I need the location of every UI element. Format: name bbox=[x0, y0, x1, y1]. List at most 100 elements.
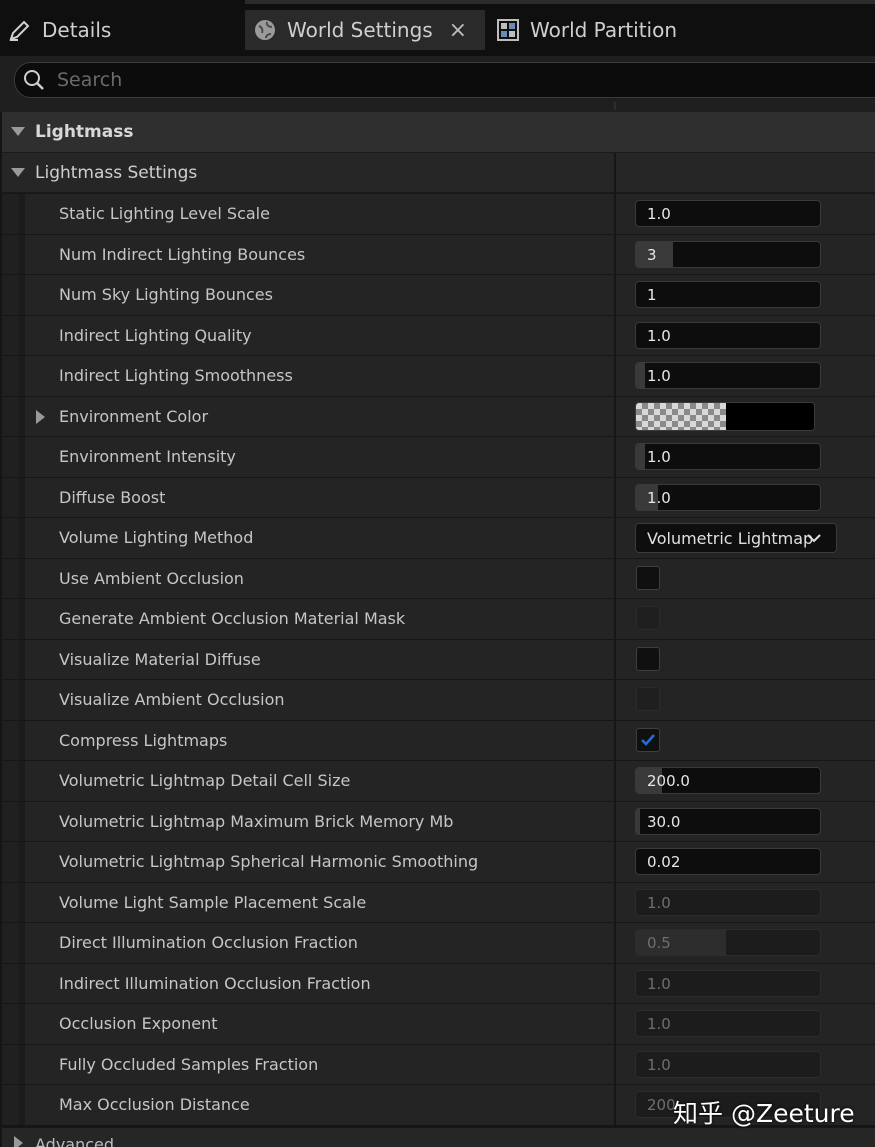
checkbox bbox=[636, 606, 660, 630]
close-icon[interactable]: × bbox=[449, 18, 467, 43]
subcategory-lightmass-settings[interactable]: Lightmass Settings bbox=[2, 153, 875, 193]
column-divider[interactable] bbox=[614, 1004, 616, 1044]
indent-gutter bbox=[2, 923, 19, 963]
column-divider[interactable] bbox=[614, 640, 616, 680]
expand-arrow-icon[interactable] bbox=[36, 410, 45, 424]
collapse-arrow-icon[interactable] bbox=[11, 168, 25, 177]
property-label: Environment Intensity bbox=[59, 447, 236, 466]
subcategory-label: Lightmass Settings bbox=[35, 163, 198, 183]
indent-gutter bbox=[2, 437, 19, 477]
column-divider[interactable] bbox=[614, 235, 616, 275]
numeric-input[interactable]: 1.0 bbox=[635, 484, 821, 511]
numeric-input[interactable]: 1 bbox=[635, 281, 821, 308]
checkbox[interactable] bbox=[636, 647, 660, 671]
indent-gutter bbox=[19, 1085, 25, 1125]
column-divider[interactable] bbox=[614, 842, 616, 882]
indent-gutter bbox=[19, 356, 25, 396]
property-row-direct-illumination-occlusion-fraction: Direct Illumination Occlusion Fraction 0.… bbox=[2, 922, 875, 963]
property-label: Volumetric Lightmap Maximum Brick Memory… bbox=[59, 812, 454, 831]
column-divider[interactable] bbox=[614, 518, 616, 558]
column-divider[interactable] bbox=[614, 356, 616, 396]
advanced-section[interactable]: Advanced bbox=[2, 1127, 875, 1147]
column-divider[interactable] bbox=[614, 721, 616, 761]
property-row-use-ambient-occlusion: Use Ambient Occlusion bbox=[2, 558, 875, 599]
slider-fill bbox=[636, 444, 646, 469]
column-divider[interactable] bbox=[614, 153, 616, 193]
property-row-indirect-illumination-occlusion-fraction: Indirect Illumination Occlusion Fraction… bbox=[2, 963, 875, 1004]
numeric-value: 1.0 bbox=[647, 489, 671, 507]
indent-gutter bbox=[2, 1004, 19, 1044]
category-lightmass[interactable]: Lightmass bbox=[2, 112, 875, 153]
slider-fill bbox=[636, 363, 646, 388]
indent-gutter bbox=[19, 316, 25, 356]
expand-arrow-icon[interactable] bbox=[14, 1136, 23, 1147]
indent-gutter bbox=[19, 599, 25, 639]
search-input[interactable] bbox=[55, 66, 559, 94]
property-row-static-lighting-level-scale: Static Lighting Level Scale 1.0 bbox=[2, 193, 875, 234]
column-divider[interactable] bbox=[614, 397, 616, 437]
numeric-input[interactable]: 200.0 bbox=[635, 767, 821, 794]
property-label: Generate Ambient Occlusion Material Mask bbox=[59, 609, 406, 628]
property-label: Volumetric Lightmap Detail Cell Size bbox=[59, 771, 351, 790]
tab-world-settings[interactable]: World Settings × bbox=[245, 10, 485, 50]
indent-gutter bbox=[2, 802, 19, 842]
column-divider[interactable] bbox=[614, 761, 616, 801]
indent-gutter bbox=[19, 194, 25, 234]
column-divider[interactable] bbox=[614, 1085, 616, 1125]
checkbox[interactable] bbox=[636, 728, 660, 752]
column-divider[interactable] bbox=[614, 316, 616, 356]
indent-gutter bbox=[19, 1045, 25, 1085]
numeric-input[interactable]: 30.0 bbox=[635, 808, 821, 835]
indent-gutter bbox=[19, 1004, 25, 1044]
numeric-input: 1.0 bbox=[635, 970, 821, 997]
volume-lighting-method-dropdown[interactable]: Volumetric Lightmap bbox=[635, 523, 837, 553]
tab-bar-highlight bbox=[245, 0, 875, 4]
numeric-value: 1.0 bbox=[647, 1056, 671, 1074]
search-box[interactable] bbox=[14, 62, 875, 98]
column-divider[interactable] bbox=[614, 194, 616, 234]
property-label: Volumetric Lightmap Spherical Harmonic S… bbox=[59, 852, 479, 871]
numeric-value: 1.0 bbox=[647, 367, 671, 385]
property-row-volumetric-lightmap-detail-cell-size: Volumetric Lightmap Detail Cell Size 200.… bbox=[2, 760, 875, 801]
column-divider[interactable] bbox=[614, 437, 616, 477]
globe-icon bbox=[253, 18, 277, 42]
indent-gutter bbox=[2, 883, 19, 923]
indent-gutter bbox=[2, 599, 19, 639]
column-divider[interactable] bbox=[614, 559, 616, 599]
numeric-input[interactable]: 1.0 bbox=[635, 322, 821, 349]
column-divider[interactable] bbox=[614, 923, 616, 963]
column-splitter[interactable] bbox=[614, 102, 616, 110]
property-row-environment-color: Environment Color bbox=[2, 396, 875, 437]
property-label: Static Lighting Level Scale bbox=[59, 204, 270, 223]
numeric-input[interactable]: 1.0 bbox=[635, 200, 821, 227]
column-divider[interactable] bbox=[614, 680, 616, 720]
indent-gutter bbox=[2, 680, 19, 720]
numeric-input[interactable]: 3 bbox=[635, 241, 821, 268]
property-label: Volume Lighting Method bbox=[59, 528, 254, 547]
column-divider[interactable] bbox=[614, 478, 616, 518]
checkbox[interactable] bbox=[636, 566, 660, 590]
column-divider[interactable] bbox=[614, 964, 616, 1004]
chevron-down-icon bbox=[807, 534, 821, 543]
property-row-diffuse-boost: Diffuse Boost 1.0 bbox=[2, 477, 875, 518]
column-divider[interactable] bbox=[614, 883, 616, 923]
numeric-input[interactable]: 1.0 bbox=[635, 362, 821, 389]
indent-gutter bbox=[2, 721, 19, 761]
column-divider[interactable] bbox=[614, 599, 616, 639]
numeric-input[interactable]: 1.0 bbox=[635, 443, 821, 470]
tab-details[interactable]: Details bbox=[8, 10, 111, 50]
color-swatch[interactable] bbox=[635, 402, 815, 431]
property-label: Indirect Illumination Occlusion Fraction bbox=[59, 974, 371, 993]
indent-gutter bbox=[19, 235, 25, 275]
slider-fill bbox=[636, 809, 640, 834]
tab-world-partition[interactable]: World Partition bbox=[496, 10, 677, 50]
column-divider[interactable] bbox=[614, 275, 616, 315]
column-divider[interactable] bbox=[614, 802, 616, 842]
collapse-arrow-icon[interactable] bbox=[11, 127, 25, 136]
indent-gutter bbox=[19, 802, 25, 842]
column-divider[interactable] bbox=[614, 1045, 616, 1085]
numeric-value: 1 bbox=[647, 286, 657, 304]
grid-icon bbox=[496, 18, 520, 42]
indent-gutter bbox=[2, 356, 19, 396]
numeric-input[interactable]: 0.02 bbox=[635, 848, 821, 875]
